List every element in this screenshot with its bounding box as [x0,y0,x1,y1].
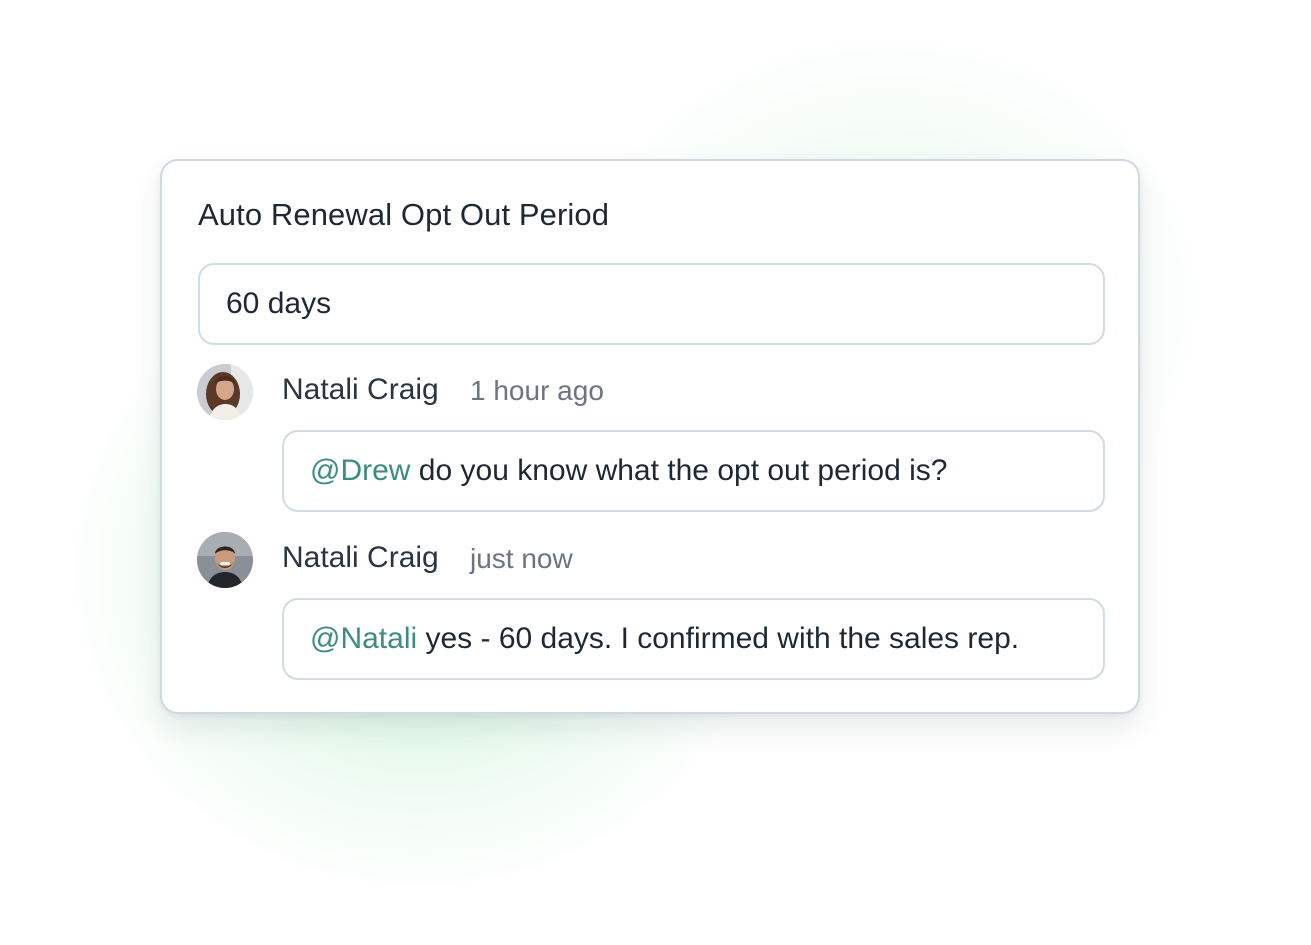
field-comment-card: Auto Renewal Opt Out Period 60 days Nata… [160,159,1140,714]
comment-text: @Drew do you know what the opt out perio… [310,454,947,488]
field-title: Auto Renewal Opt Out Period [198,197,610,232]
avatar-man-icon [197,532,253,588]
comment-bubble: @Natali yes - 60 days. I confirmed with … [282,598,1105,680]
comment-bubble: @Drew do you know what the opt out perio… [282,430,1105,512]
comment-timestamp: just now [470,543,573,574]
field-value-box[interactable]: 60 days [198,263,1105,345]
avatar-woman-icon [197,364,253,420]
comment-timestamp: 1 hour ago [470,375,604,406]
mention-link[interactable]: @Drew [310,454,410,487]
field-value: 60 days [226,287,332,320]
page-background: Auto Renewal Opt Out Period 60 days Nata… [0,0,1311,945]
comment-body: do you know what the opt out period is? [410,454,948,487]
comment-text: @Natali yes - 60 days. I confirmed with … [310,622,1019,656]
comment-body: yes - 60 days. I confirmed with the sale… [417,622,1020,655]
comment-author: Natali Craig [282,541,439,574]
avatar[interactable] [197,364,253,420]
comment-author: Natali Craig [282,373,439,406]
avatar[interactable] [197,532,253,588]
mention-link[interactable]: @Natali [310,622,417,655]
